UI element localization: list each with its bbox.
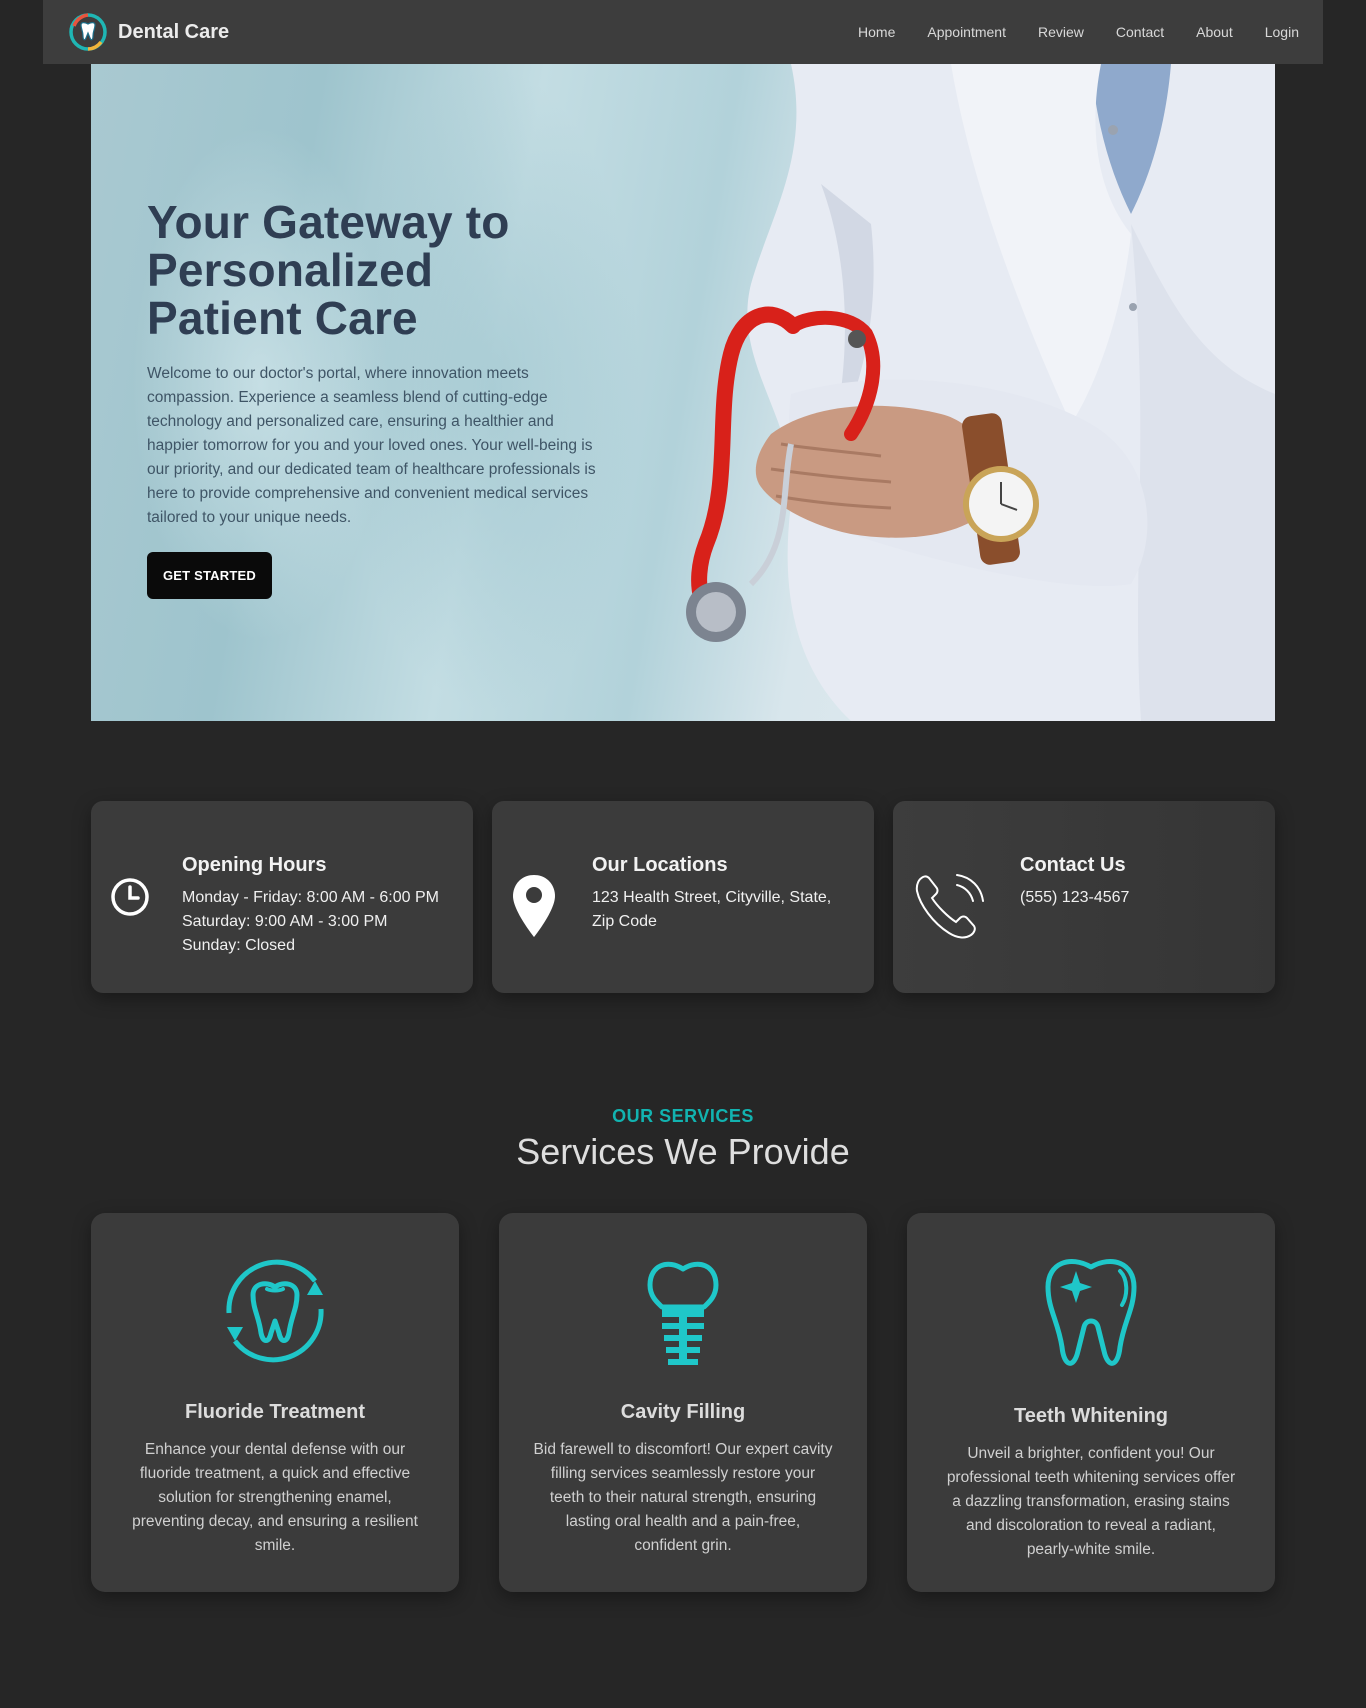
service-card-teeth-whitening[interactable]: Teeth Whitening Unveil a brighter, confi…: [907, 1213, 1275, 1592]
services-header: OUR SERVICES Services We Provide: [0, 1106, 1366, 1173]
service-name: Fluoride Treatment: [184, 1401, 366, 1423]
services-eyebrow: OUR SERVICES: [612, 1106, 754, 1126]
locations-title: Our Locations: [592, 854, 728, 876]
tooth-refresh-icon: [226, 1259, 324, 1363]
brand-name: Dental Care: [118, 20, 230, 43]
service-card-fluoride[interactable]: Fluoride Treatment Enhance your dental d…: [91, 1213, 459, 1592]
opening-hours-title: Opening Hours: [182, 854, 327, 876]
locations-line: 123 Health Street, Cityville, State,: [592, 889, 832, 906]
contact-phone[interactable]: (555) 123-4567: [1020, 886, 1129, 910]
locations-body: Our Locations 123 Health Street, Cityvil…: [592, 854, 831, 934]
hero-description: Welcome to our doctor's portal, where in…: [147, 365, 596, 526]
tooth-logo-icon: [69, 13, 107, 51]
opening-hours-line: Monday - Friday: 8:00 AM - 6:00 PM: [182, 889, 439, 906]
hero-title: Your Gateway to Personalized Patient Car…: [147, 198, 607, 342]
hero-title-line: Personalized: [147, 244, 434, 296]
service-card-cavity-filling[interactable]: Cavity Filling Bid farewell to discomfor…: [499, 1213, 867, 1592]
contact-body: Contact Us (555) 123-4567: [1020, 854, 1129, 910]
service-name: Teeth Whitening: [1013, 1405, 1169, 1427]
get-started-button[interactable]: GET STARTED: [147, 552, 272, 599]
nav-home[interactable]: Home: [842, 24, 911, 40]
hero-title-line: Your Gateway to: [147, 196, 510, 248]
location-pin-icon: [513, 875, 555, 937]
contact-card: Contact Us (555) 123-4567: [893, 801, 1275, 993]
sparkling-tooth-icon: [1045, 1259, 1137, 1366]
nav-review[interactable]: Review: [1022, 24, 1100, 40]
nav-login[interactable]: Login: [1249, 24, 1299, 40]
phone-icon: [915, 874, 984, 939]
info-cards: Opening Hours Monday - Friday: 8:00 AM -…: [91, 801, 1275, 993]
nav-links: Home Appointment Review Contact About Lo…: [842, 24, 1299, 40]
opening-hours-line: Sunday: Closed: [182, 937, 295, 954]
brand[interactable]: Dental Care: [68, 12, 229, 52]
nav-contact[interactable]: Contact: [1100, 24, 1180, 40]
opening-hours-body: Opening Hours Monday - Friday: 8:00 AM -…: [182, 854, 439, 958]
locations-line: Zip Code: [592, 913, 657, 930]
navbar: Dental Care Home Appointment Review Cont…: [43, 0, 1323, 64]
services-title: Services We Provide: [516, 1131, 850, 1172]
hero-content: Your Gateway to Personalized Patient Car…: [147, 198, 607, 599]
clock-icon: [111, 878, 149, 916]
service-description: Unveil a brighter, confident you! Our pr…: [946, 1445, 1236, 1558]
nav-appointment[interactable]: Appointment: [911, 24, 1022, 40]
service-description: Enhance your dental defense with our flu…: [132, 1441, 418, 1554]
opening-hours-line: Saturday: 9:00 AM - 3:00 PM: [182, 913, 388, 930]
service-name: Cavity Filling: [620, 1401, 746, 1423]
dental-implant-icon: [647, 1261, 719, 1365]
opening-hours-card: Opening Hours Monday - Friday: 8:00 AM -…: [91, 801, 473, 993]
hero-title-line: Patient Care: [147, 292, 418, 344]
service-description: Bid farewell to discomfort! Our expert c…: [533, 1441, 833, 1554]
contact-title: Contact Us: [1020, 854, 1126, 876]
locations-card: Our Locations 123 Health Street, Cityvil…: [492, 801, 874, 993]
hero-banner: Your Gateway to Personalized Patient Car…: [91, 64, 1275, 721]
nav-about[interactable]: About: [1180, 24, 1249, 40]
